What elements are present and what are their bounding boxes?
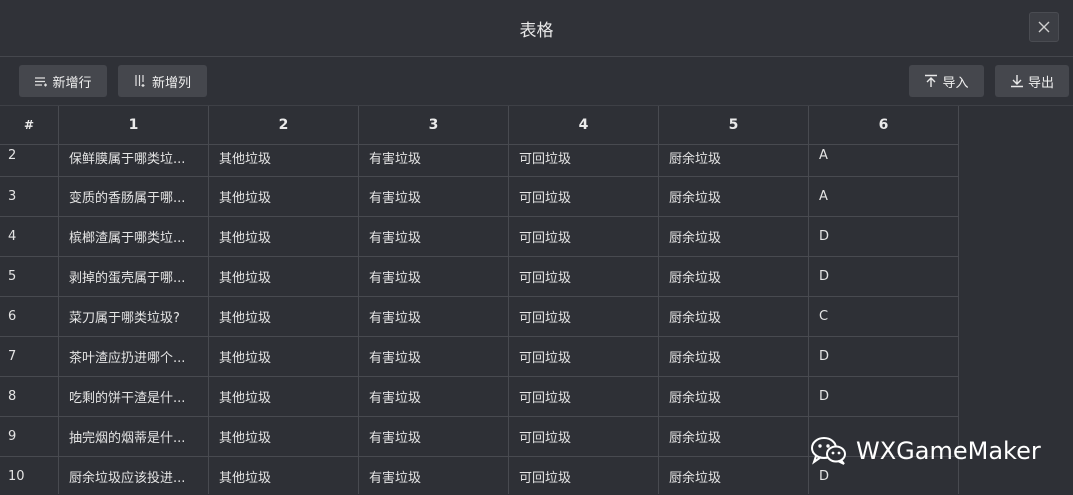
table-cell[interactable]: 剥掉的蛋壳属于哪... — [59, 257, 209, 297]
table-cell[interactable]: 厨余垃圾 — [659, 145, 809, 177]
row-index-cell: 7 — [0, 337, 59, 377]
watermark: WXGameMaker — [810, 433, 1041, 469]
table-cell[interactable]: 槟榔渣属于哪类垃... — [59, 217, 209, 257]
table-cell[interactable]: 其他垃圾 — [209, 257, 359, 297]
table-row: 7 茶叶渣应扔进哪个... 其他垃圾 有害垃圾 可回垃圾 厨余垃圾 D — [0, 337, 959, 377]
upload-icon — [924, 74, 938, 88]
dialog-titlebar: 表格 — [0, 0, 1073, 57]
table-cell[interactable]: 菜刀属于哪类垃圾? — [59, 297, 209, 337]
table-row: 6 菜刀属于哪类垃圾? 其他垃圾 有害垃圾 可回垃圾 厨余垃圾 C — [0, 297, 959, 337]
table-cell[interactable]: 厨余垃圾 — [659, 337, 809, 377]
table-cell[interactable]: D — [809, 257, 959, 297]
add-row-label: 新增行 — [52, 75, 92, 91]
table-cell[interactable]: 厨余垃圾 — [659, 457, 809, 494]
row-index-cell: 9 — [0, 417, 59, 457]
table-row: 3 变质的香肠属于哪... 其他垃圾 有害垃圾 可回垃圾 厨余垃圾 A — [0, 177, 959, 217]
table-cell[interactable]: 其他垃圾 — [209, 417, 359, 457]
table-cell[interactable]: 有害垃圾 — [359, 177, 509, 217]
dialog-title: 表格 — [519, 21, 554, 41]
table-cell[interactable]: C — [809, 297, 959, 337]
close-icon — [1038, 21, 1050, 33]
table-cell[interactable]: 抽完烟的烟蒂是什... — [59, 417, 209, 457]
table-cell[interactable]: 茶叶渣应扔进哪个... — [59, 337, 209, 377]
table-cell[interactable]: 厨余垃圾 — [659, 217, 809, 257]
table-cell[interactable]: 有害垃圾 — [359, 145, 509, 177]
table-row: 2 保鲜膜属于哪类垃... 其他垃圾 有害垃圾 可回垃圾 厨余垃圾 A — [0, 145, 959, 177]
table-row: 8 吃剩的饼干渣是什... 其他垃圾 有害垃圾 可回垃圾 厨余垃圾 D — [0, 377, 959, 417]
import-label: 导入 — [942, 75, 969, 91]
table-cell[interactable]: A — [809, 177, 959, 217]
table-cell[interactable]: 其他垃圾 — [209, 177, 359, 217]
table-cell[interactable]: 可回垃圾 — [509, 417, 659, 457]
table-cell[interactable]: 有害垃圾 — [359, 337, 509, 377]
row-index-cell: 8 — [0, 377, 59, 417]
export-label: 导出 — [1027, 75, 1054, 91]
table-cell[interactable]: 厨余垃圾应该投进... — [59, 457, 209, 494]
grid-header: # 1 2 3 4 5 6 — [0, 105, 959, 145]
table-cell[interactable]: 可回垃圾 — [509, 177, 659, 217]
column-header[interactable]: 6 — [809, 106, 959, 145]
row-index-cell: 3 — [0, 177, 59, 217]
table-cell[interactable]: 厨余垃圾 — [659, 377, 809, 417]
add-row-icon — [34, 74, 48, 88]
table-cell[interactable]: 有害垃圾 — [359, 297, 509, 337]
table-cell[interactable]: 厨余垃圾 — [659, 177, 809, 217]
table-cell[interactable]: 可回垃圾 — [509, 257, 659, 297]
column-header[interactable]: 1 — [59, 106, 209, 145]
table-cell[interactable]: A — [809, 145, 959, 177]
table-cell[interactable]: 可回垃圾 — [509, 145, 659, 177]
table-cell[interactable]: 吃剩的饼干渣是什... — [59, 377, 209, 417]
toolbar: 新增行 新增列 导入 导出 — [0, 57, 1073, 105]
table-cell[interactable]: 可回垃圾 — [509, 217, 659, 257]
table-cell[interactable]: D — [809, 337, 959, 377]
row-index-cell: 5 — [0, 257, 59, 297]
table-cell[interactable]: 保鲜膜属于哪类垃... — [59, 145, 209, 177]
table-cell[interactable]: 有害垃圾 — [359, 417, 509, 457]
wechat-icon — [810, 436, 848, 466]
table-cell[interactable]: 有害垃圾 — [359, 257, 509, 297]
table-cell[interactable]: 可回垃圾 — [509, 377, 659, 417]
add-column-button[interactable]: 新增列 — [118, 65, 207, 97]
table-cell[interactable]: 厨余垃圾 — [659, 417, 809, 457]
add-row-button[interactable]: 新增行 — [19, 65, 107, 97]
row-index-cell: 4 — [0, 217, 59, 257]
row-index-cell: 6 — [0, 297, 59, 337]
table-cell[interactable]: 厨余垃圾 — [659, 297, 809, 337]
table-cell[interactable]: 可回垃圾 — [509, 297, 659, 337]
table-cell[interactable]: D — [809, 377, 959, 417]
table-cell[interactable]: 有害垃圾 — [359, 377, 509, 417]
column-header[interactable]: 3 — [359, 106, 509, 145]
column-header[interactable]: 5 — [659, 106, 809, 145]
table-cell[interactable]: 厨余垃圾 — [659, 257, 809, 297]
table-cell[interactable]: 可回垃圾 — [509, 337, 659, 377]
column-header[interactable]: 2 — [209, 106, 359, 145]
watermark-text: WXGameMaker — [856, 437, 1041, 465]
table-row: 4 槟榔渣属于哪类垃... 其他垃圾 有害垃圾 可回垃圾 厨余垃圾 D — [0, 217, 959, 257]
table-cell[interactable]: 其他垃圾 — [209, 377, 359, 417]
table-row: 5 剥掉的蛋壳属于哪... 其他垃圾 有害垃圾 可回垃圾 厨余垃圾 D — [0, 257, 959, 297]
close-button[interactable] — [1029, 12, 1059, 42]
table-cell[interactable]: 其他垃圾 — [209, 457, 359, 494]
table-cell[interactable]: 其他垃圾 — [209, 297, 359, 337]
export-button[interactable]: 导出 — [995, 65, 1069, 97]
table-cell[interactable]: 其他垃圾 — [209, 337, 359, 377]
table-cell[interactable]: 变质的香肠属于哪... — [59, 177, 209, 217]
import-button[interactable]: 导入 — [909, 65, 984, 97]
table-cell[interactable]: 其他垃圾 — [209, 145, 359, 177]
table-cell[interactable]: D — [809, 217, 959, 257]
column-header[interactable]: 4 — [509, 106, 659, 145]
table-cell[interactable]: 其他垃圾 — [209, 217, 359, 257]
download-icon — [1010, 74, 1024, 88]
add-column-icon — [134, 74, 148, 88]
table-cell[interactable]: 有害垃圾 — [359, 217, 509, 257]
add-column-label: 新增列 — [151, 75, 191, 91]
column-header-index[interactable]: # — [0, 106, 59, 145]
row-index-cell: 2 — [0, 145, 59, 177]
table-cell[interactable]: 有害垃圾 — [359, 457, 509, 494]
row-index-cell: 10 — [0, 457, 59, 494]
table-cell[interactable]: 可回垃圾 — [509, 457, 659, 494]
